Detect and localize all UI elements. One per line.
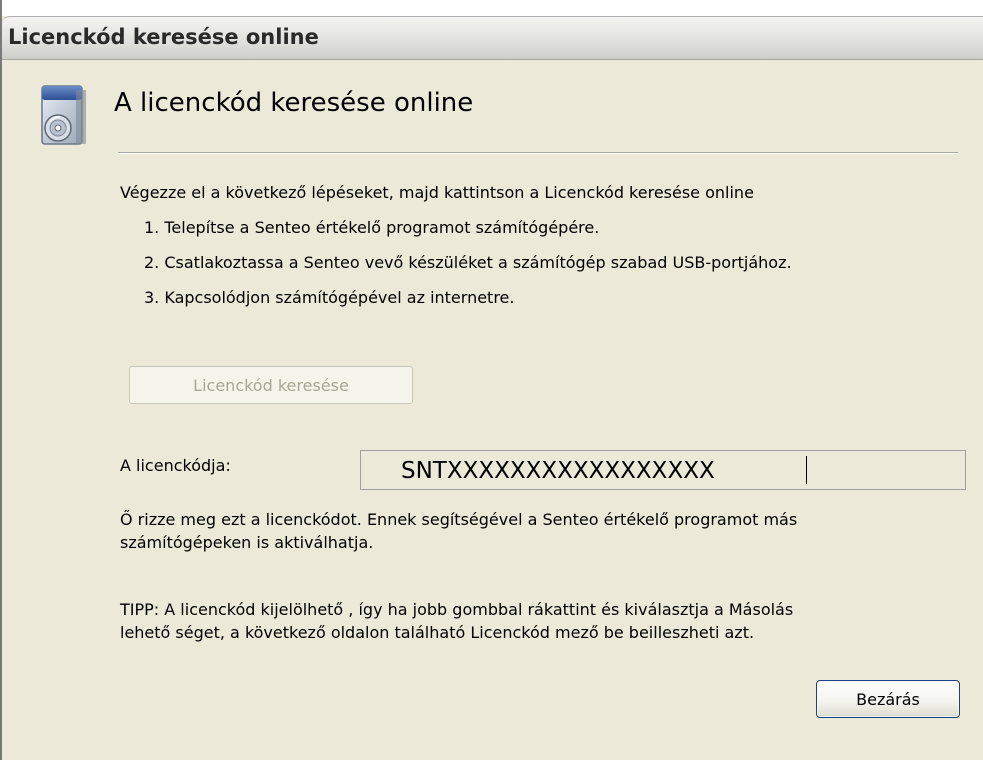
license-code-value[interactable]: SNTXXXXXXXXXXXXXXXXX xyxy=(401,458,715,484)
info-text-line: Ő rizze meg ezt a licenckódot. Ennek seg… xyxy=(120,510,798,529)
page-title: A licenckód keresése online xyxy=(114,88,474,118)
text-caret xyxy=(806,456,807,484)
desktop-strip xyxy=(2,0,983,16)
close-button[interactable]: Bezárás xyxy=(816,680,960,718)
info-text-line: számítógépeken is aktiválhatja. xyxy=(120,533,374,552)
license-dialog: Licenckód keresése online A licenckód ke… xyxy=(0,0,983,760)
title-divider xyxy=(118,152,958,154)
license-code-label: A licenckódja: xyxy=(120,456,231,475)
title-bar[interactable]: Licenckód keresése online xyxy=(2,16,983,60)
tip-text-line: lehető séget, a következő oldalon találh… xyxy=(120,623,755,642)
search-license-button[interactable]: Licenckód keresése xyxy=(129,366,413,404)
cd-installer-icon xyxy=(36,84,92,150)
instructions-intro: Végezze el a következő lépéseket, majd k… xyxy=(120,183,754,202)
window-title: Licenckód keresése online xyxy=(8,25,319,49)
instruction-step: 1. Telepítse a Senteo értékelő programot… xyxy=(144,218,600,237)
license-code-field[interactable]: SNTXXXXXXXXXXXXXXXXX xyxy=(360,450,966,490)
tip-text-line: TIPP: A licenckód kijelölhető , így ha j… xyxy=(120,600,794,619)
instruction-step: 2. Csatlakoztassa a Senteo vevő készülék… xyxy=(144,253,792,272)
instruction-step: 3. Kapcsolódjon számítógépével az intern… xyxy=(144,288,515,307)
